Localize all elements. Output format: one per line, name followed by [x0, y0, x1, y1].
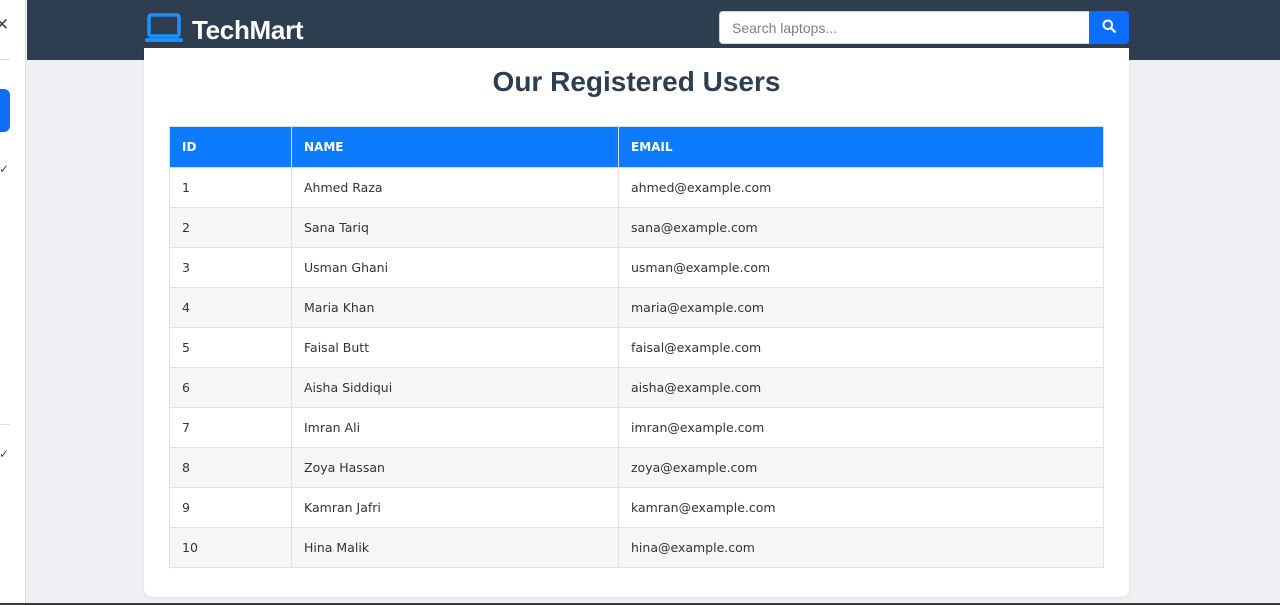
- table-row[interactable]: 7 Imran Ali imran@example.com: [169, 407, 1104, 448]
- table-row[interactable]: 9 Kamran Jafri kamran@example.com: [169, 487, 1104, 528]
- page-title: Our Registered Users: [492, 66, 781, 97]
- side-divider: [0, 59, 10, 60]
- users-card: Our Registered Users ID NAME EMAIL 1 Ahm…: [144, 48, 1129, 597]
- cell-email: usman@example.com: [618, 247, 1104, 288]
- cell-name: Zoya Hassan: [291, 447, 619, 488]
- cell-id: 9: [169, 487, 292, 528]
- cell-name: Usman Ghani: [291, 247, 619, 288]
- cell-id: 3: [169, 247, 292, 288]
- check-icon: ✓: [0, 162, 10, 176]
- cell-name: Ahmed Raza: [291, 167, 619, 208]
- cell-email: zoya@example.com: [618, 447, 1104, 488]
- close-icon[interactable]: ✕: [0, 16, 9, 33]
- table-row[interactable]: 3 Usman Ghani usman@example.com: [169, 247, 1104, 288]
- cell-id: 1: [169, 167, 292, 208]
- table-row[interactable]: 1 Ahmed Raza ahmed@example.com: [169, 167, 1104, 208]
- table-row[interactable]: 6 Aisha Siddiqui aisha@example.com: [169, 367, 1104, 408]
- check-icon: ✓: [0, 447, 10, 461]
- laptop-icon: [144, 12, 184, 49]
- search-button[interactable]: [1089, 11, 1129, 44]
- brand-logo[interactable]: TechMart: [144, 12, 304, 49]
- table-row[interactable]: 8 Zoya Hassan zoya@example.com: [169, 447, 1104, 488]
- cell-name: Sana Tariq: [291, 207, 619, 248]
- search-bar: [719, 11, 1129, 44]
- cell-name: Imran Ali: [291, 407, 619, 448]
- cell-name: Hina Malik: [291, 527, 619, 568]
- cell-email: kamran@example.com: [618, 487, 1104, 528]
- cell-email: imran@example.com: [618, 407, 1104, 448]
- side-panel: ✕ ✓ ✓: [0, 0, 26, 605]
- column-header-email[interactable]: EMAIL: [618, 126, 1104, 168]
- cell-email: maria@example.com: [618, 287, 1104, 328]
- cell-id: 8: [169, 447, 292, 488]
- brand-name: TechMart: [192, 15, 304, 45]
- column-header-name[interactable]: NAME: [291, 126, 619, 168]
- cell-email: sana@example.com: [618, 207, 1104, 248]
- cell-id: 2: [169, 207, 292, 248]
- cell-name: Faisal Butt: [291, 327, 619, 368]
- side-divider: [0, 424, 10, 425]
- table-row[interactable]: 2 Sana Tariq sana@example.com: [169, 207, 1104, 248]
- cell-name: Kamran Jafri: [291, 487, 619, 528]
- table-row[interactable]: 10 Hina Malik hina@example.com: [169, 527, 1104, 568]
- search-icon: [1102, 19, 1116, 36]
- cell-id: 5: [169, 327, 292, 368]
- cell-name: Maria Khan: [291, 287, 619, 328]
- cell-email: hina@example.com: [618, 527, 1104, 568]
- table-header-row: ID NAME EMAIL: [169, 126, 1104, 168]
- cell-id: 6: [169, 367, 292, 408]
- cell-email: aisha@example.com: [618, 367, 1104, 408]
- column-header-id[interactable]: ID: [169, 126, 292, 168]
- cell-id: 4: [169, 287, 292, 328]
- table-row[interactable]: 5 Faisal Butt faisal@example.com: [169, 327, 1104, 368]
- search-input[interactable]: [719, 11, 1089, 44]
- users-table: ID NAME EMAIL 1 Ahmed Raza ahmed@example…: [169, 126, 1104, 568]
- cell-email: ahmed@example.com: [618, 167, 1104, 208]
- cell-name: Aisha Siddiqui: [291, 367, 619, 408]
- side-active-item[interactable]: [0, 89, 10, 132]
- cell-email: faisal@example.com: [618, 327, 1104, 368]
- cell-id: 7: [169, 407, 292, 448]
- cell-id: 10: [169, 527, 292, 568]
- table-row[interactable]: 4 Maria Khan maria@example.com: [169, 287, 1104, 328]
